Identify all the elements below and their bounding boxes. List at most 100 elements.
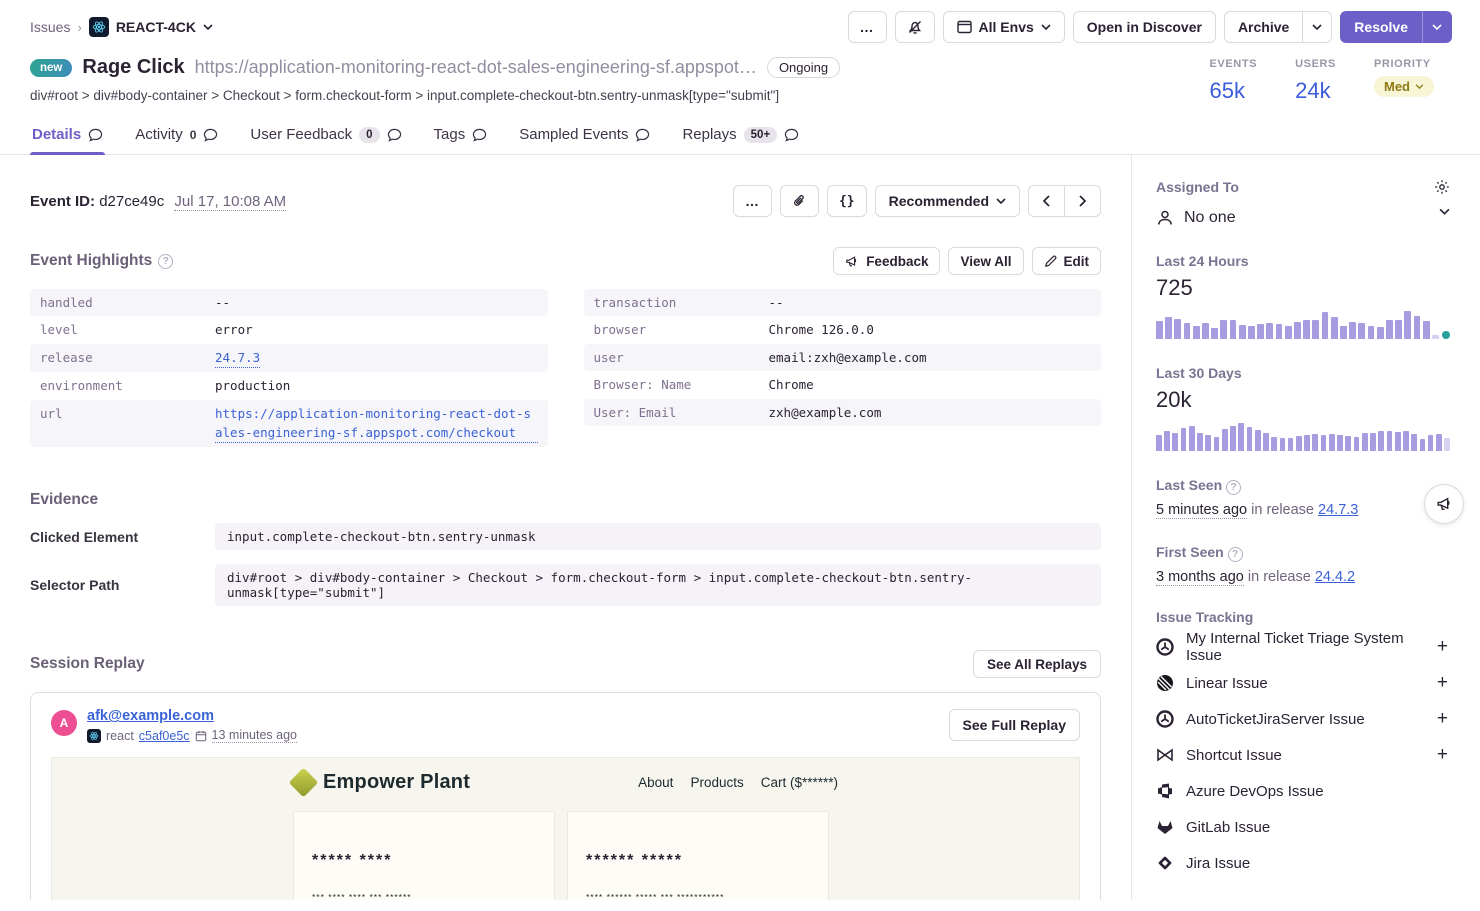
chevron-down-icon[interactable] — [1439, 208, 1450, 215]
last-seen-release-link[interactable]: 24.7.3 — [1318, 502, 1358, 518]
replay-product-card: ****** ***** **** ****** ***** *** *****… — [567, 811, 829, 900]
replay-user-link[interactable]: afk@example.com — [87, 708, 214, 724]
help-icon[interactable]: ? — [1228, 547, 1243, 562]
tab-details[interactable]: Details — [30, 118, 105, 154]
chart-bar — [1368, 326, 1375, 340]
issue-tracking-row: Jira Issue — [1156, 845, 1450, 881]
archive-button[interactable]: Archive — [1224, 11, 1303, 43]
tab-activity[interactable]: Activity 0 — [133, 118, 220, 154]
breadcrumb-project[interactable]: REACT-4CK — [116, 19, 196, 35]
assignee-selector[interactable]: No one — [1156, 209, 1236, 227]
see-all-replays-button[interactable]: See All Replays — [973, 650, 1101, 678]
replay-time-ago[interactable]: 13 minutes ago — [212, 728, 297, 743]
add-issue-button[interactable]: + — [1435, 744, 1450, 766]
latest-point-marker — [1442, 331, 1450, 339]
previous-event-button[interactable] — [1028, 185, 1065, 217]
stat-users-value[interactable]: 24k — [1295, 78, 1336, 104]
highlight-value[interactable]: 24.7.3 — [215, 348, 260, 368]
floating-feedback-button[interactable] — [1424, 484, 1464, 524]
stat-priority: PRIORITY Med — [1374, 58, 1434, 104]
edit-highlights-button[interactable]: Edit — [1032, 247, 1102, 275]
event-sort-label: Recommended — [889, 193, 989, 209]
chart-bar — [1378, 431, 1384, 451]
first-seen-release-link[interactable]: 24.4.2 — [1315, 569, 1355, 585]
environment-selector[interactable]: All Envs — [943, 11, 1065, 43]
chart-bar — [1404, 311, 1411, 340]
breadcrumb-issues-link[interactable]: Issues — [30, 19, 70, 35]
tab-sampled-events[interactable]: Sampled Events — [517, 118, 652, 154]
product-description-masked: **** ****** ***** *** *********** — [586, 892, 810, 900]
chart-bar — [1263, 433, 1269, 451]
bell-muted-icon — [907, 19, 923, 35]
first-seen-time[interactable]: 3 months ago — [1156, 569, 1244, 586]
replay-id-link[interactable]: c5af0e5c — [139, 729, 190, 743]
highlight-value[interactable]: https://application-monitoring-react-dot… — [215, 404, 538, 444]
stat-events-label: EVENTS — [1209, 58, 1257, 70]
stat-events-value[interactable]: 65k — [1209, 78, 1257, 104]
event-sort-dropdown[interactable]: Recommended — [875, 185, 1020, 217]
chart-bar — [1377, 327, 1384, 339]
feedback-button[interactable]: Feedback — [833, 247, 940, 275]
event-highlights-title: Event Highlights ? — [30, 252, 173, 270]
tab-label: Activity — [135, 126, 183, 143]
chevron-down-icon[interactable] — [203, 24, 213, 30]
chart-bar — [1165, 317, 1172, 340]
tab-user-feedback[interactable]: User Feedback 0 — [248, 118, 403, 154]
issue-tracking-label[interactable]: Azure DevOps Issue — [1186, 783, 1450, 800]
chart-bar — [1294, 322, 1301, 339]
gear-icon[interactable] — [1434, 179, 1450, 195]
open-in-discover-button[interactable]: Open in Discover — [1073, 11, 1216, 43]
more-actions-button[interactable]: … — [848, 11, 887, 43]
add-issue-button[interactable]: + — [1435, 672, 1450, 694]
paperclip-icon — [792, 194, 807, 209]
mute-notifications-button[interactable] — [895, 11, 935, 43]
chart-bar — [1420, 439, 1426, 451]
event-date[interactable]: Jul 17, 10:08 AM — [174, 193, 286, 211]
highlight-key: handled — [40, 293, 215, 312]
issue-actions: … All Envs Open in Discover Archive Reso… — [848, 11, 1452, 43]
chart-bar — [1432, 335, 1439, 339]
issue-tracking-label[interactable]: My Internal Ticket Triage System Issue — [1186, 630, 1423, 664]
next-event-button[interactable] — [1065, 185, 1101, 217]
chart-bar — [1370, 433, 1376, 451]
issue-tracking-label[interactable]: AutoTicketJiraServer Issue — [1186, 711, 1423, 728]
help-icon[interactable]: ? — [1226, 480, 1241, 495]
copy-link-button[interactable] — [780, 185, 819, 217]
highlight-row: Browser: Name Chrome — [584, 371, 1102, 398]
last-seen-time[interactable]: 5 minutes ago — [1156, 502, 1247, 519]
see-full-replay-button[interactable]: See Full Replay — [949, 709, 1080, 741]
tab-label: User Feedback — [250, 126, 352, 143]
chart-bar — [1172, 433, 1178, 451]
chart-bar — [1280, 438, 1286, 452]
highlight-value: zxh@example.com — [769, 403, 882, 422]
replay-nav-link: About — [638, 775, 673, 790]
tab-label: Sampled Events — [519, 126, 628, 143]
pencil-icon — [1044, 255, 1057, 268]
add-issue-button[interactable]: + — [1435, 708, 1450, 730]
issue-tracking-label[interactable]: Shortcut Issue — [1186, 747, 1423, 764]
add-issue-button[interactable]: + — [1435, 636, 1450, 658]
chart-bar — [1285, 326, 1292, 339]
tab-tags[interactable]: Tags — [432, 118, 490, 154]
issue-title: Rage Click — [82, 56, 184, 79]
replay-preview[interactable]: Empower Plant AboutProductsCart ($******… — [51, 757, 1080, 900]
archive-dropdown-button[interactable] — [1303, 11, 1332, 43]
sentry-issue-page: Issues › REACT-4CK … All Envs Open in Di… — [0, 0, 1480, 911]
archive-split-button: Archive — [1224, 11, 1332, 43]
issue-tracking-label[interactable]: Linear Issue — [1186, 675, 1423, 692]
view-all-button[interactable]: View All — [948, 247, 1023, 275]
gitlab-icon — [1156, 818, 1174, 836]
event-more-button[interactable]: … — [733, 185, 772, 217]
resolve-dropdown-button[interactable] — [1422, 11, 1452, 43]
issue-tracking-label[interactable]: GitLab Issue — [1186, 819, 1450, 836]
help-icon[interactable]: ? — [158, 254, 173, 269]
feedback-button-label: Feedback — [866, 254, 928, 269]
view-json-button[interactable]: {} — [827, 185, 867, 217]
resolve-button[interactable]: Resolve — [1340, 11, 1422, 43]
priority-dropdown[interactable]: Med — [1374, 76, 1434, 97]
issue-tracking-row: GitLab Issue — [1156, 809, 1450, 845]
replay-product-grid: ***** **** *** **** **** *** ****** Add … — [293, 811, 838, 900]
tab-replays[interactable]: Replays 50+ — [680, 118, 801, 154]
issue-tracking-label[interactable]: Jira Issue — [1186, 855, 1450, 872]
webhook-icon — [1156, 638, 1174, 656]
